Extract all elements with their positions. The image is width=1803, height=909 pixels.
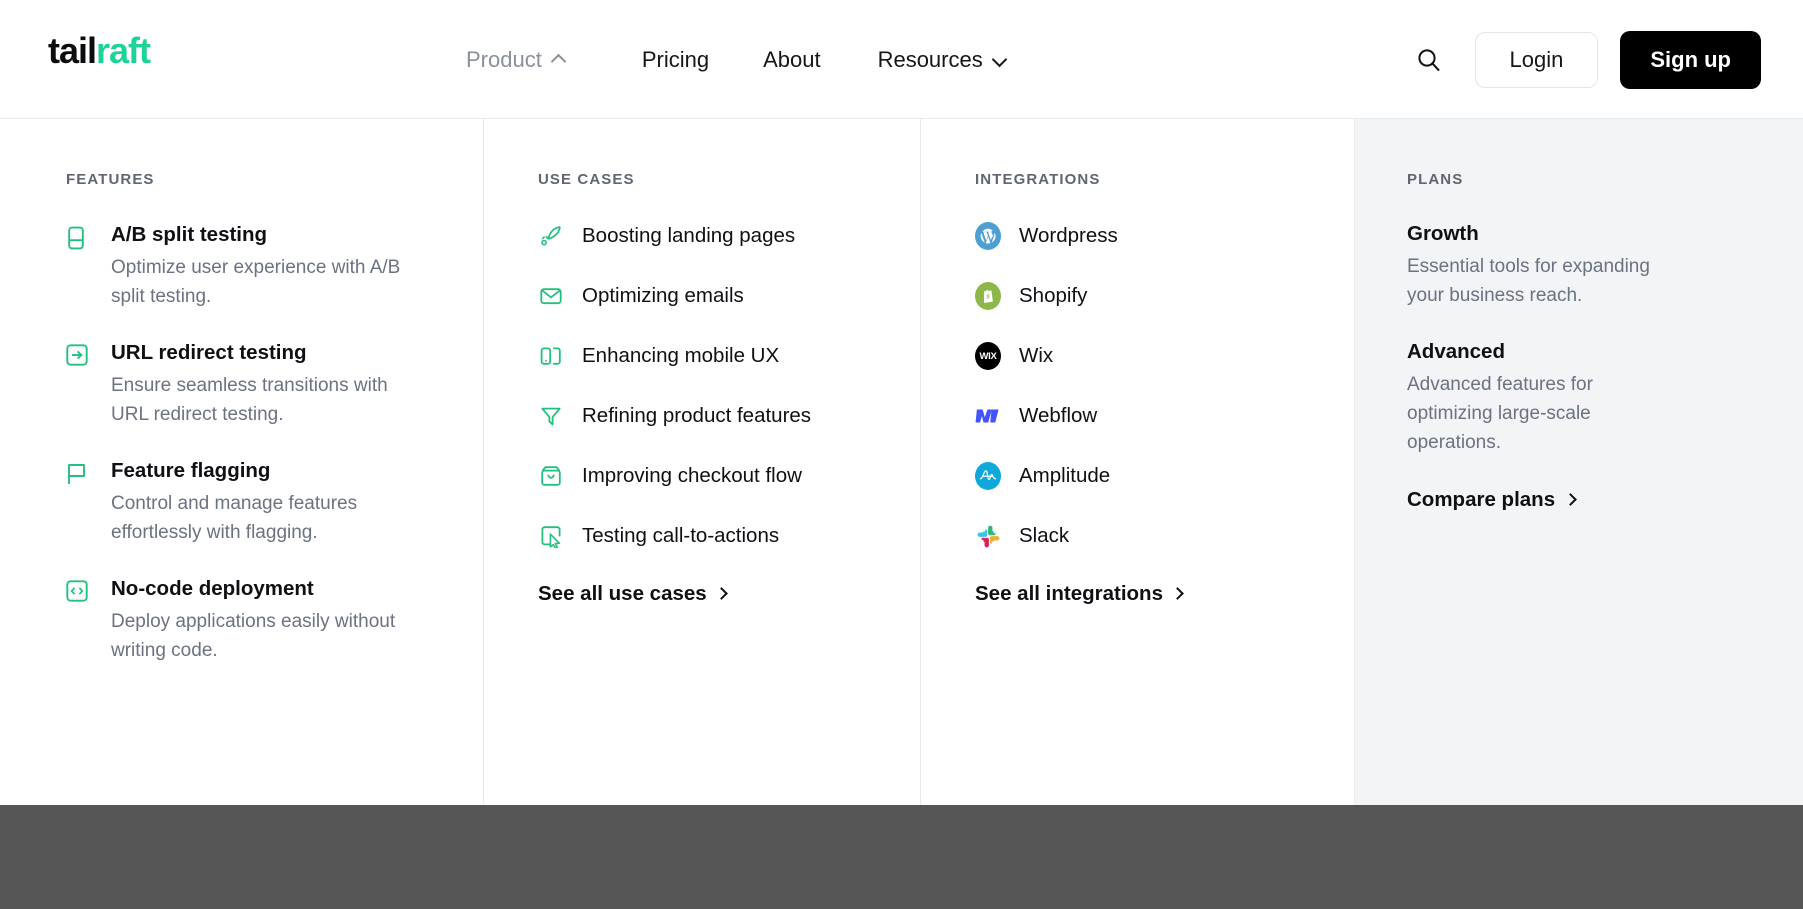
see-all-label: See all use cases (538, 582, 707, 606)
amplitude-logo-icon (975, 463, 1001, 489)
mega-column-integrations: INTEGRATIONS Wordpress (921, 119, 1355, 805)
envelope-icon (538, 283, 564, 309)
nav-item-pricing[interactable]: Pricing (642, 47, 709, 73)
nav-item-label: Resources (878, 47, 983, 73)
brand-logo-text-accent: raft (96, 30, 150, 71)
feature-item-ab-split-testing[interactable]: A/B split testing Optimize user experien… (66, 222, 483, 311)
arrow-right-square-icon (66, 340, 92, 429)
main-navigation: Product Pricing About Resources (466, 0, 1006, 119)
see-all-label: See all integrations (975, 582, 1163, 606)
integration-label: Wix (1019, 344, 1053, 368)
nav-item-product[interactable]: Product (466, 47, 565, 73)
see-all-use-cases-link[interactable]: See all use cases (538, 582, 920, 606)
integration-label: Shopify (1019, 284, 1087, 308)
rocket-icon (538, 223, 564, 249)
feature-description: Control and manage features effortlessly… (111, 489, 411, 547)
compare-plans-link[interactable]: Compare plans (1407, 488, 1803, 512)
use-case-item-optimizing-emails[interactable]: Optimizing emails (538, 282, 920, 310)
flag-icon (66, 458, 92, 547)
chevron-right-icon (1564, 493, 1577, 506)
plan-title: Growth (1407, 222, 1803, 246)
chevron-down-icon (993, 56, 1006, 64)
integration-item-webflow[interactable]: Webflow (975, 402, 1354, 430)
column-heading-use-cases: USE CASES (538, 171, 920, 188)
page-root: tail raft Product Pricing (0, 0, 1803, 909)
use-case-item-testing-call-to-actions[interactable]: Testing call-to-actions (538, 522, 920, 550)
feature-title: Feature flagging (111, 458, 411, 484)
use-case-label: Improving checkout flow (582, 464, 802, 488)
chevron-right-icon (1171, 587, 1184, 600)
mega-column-use-cases: USE CASES Boosting landing pages (484, 119, 921, 805)
mobile-device-icon (538, 343, 564, 369)
page-content-overlay (0, 805, 1803, 909)
nav-item-label: Pricing (642, 47, 709, 73)
integration-item-shopify[interactable]: $ Shopify (975, 282, 1354, 310)
feature-item-url-redirect-testing[interactable]: URL redirect testing Ensure seamless tra… (66, 340, 483, 429)
use-case-label: Boosting landing pages (582, 224, 795, 248)
nav-item-resources[interactable]: Resources (878, 47, 1006, 73)
integration-item-wix[interactable]: WIX Wix (975, 342, 1354, 370)
chevron-right-icon (715, 587, 728, 600)
column-heading-features: FEATURES (66, 171, 483, 188)
shopping-bag-icon (538, 463, 564, 489)
cursor-click-icon (538, 523, 564, 549)
site-header: tail raft Product Pricing (0, 0, 1803, 119)
feature-description: Ensure seamless transitions with URL red… (111, 371, 411, 429)
use-case-item-refining-product-features[interactable]: Refining product features (538, 402, 920, 430)
wave-underline-icon (96, 67, 150, 81)
see-all-integrations-link[interactable]: See all integrations (975, 582, 1354, 606)
integration-item-amplitude[interactable]: Amplitude (975, 462, 1354, 490)
header-actions: Login Sign up (1407, 0, 1762, 119)
nav-item-label: Product (466, 47, 542, 73)
integration-label: Webflow (1019, 404, 1097, 428)
column-heading-plans: PLANS (1407, 171, 1803, 188)
nav-item-label: About (763, 47, 821, 73)
funnel-icon (538, 403, 564, 429)
plan-description: Essential tools for expanding your busin… (1407, 252, 1677, 310)
use-case-item-boosting-landing-pages[interactable]: Boosting landing pages (538, 222, 920, 250)
feature-description: Optimize user experience with A/B split … (111, 253, 411, 311)
slack-logo-icon (975, 523, 1001, 549)
wix-logo-icon: WIX (975, 343, 1001, 369)
shopify-logo-icon: $ (975, 283, 1001, 309)
brand-logo-text-primary: tail (48, 30, 96, 72)
svg-text:$: $ (985, 294, 990, 301)
integration-item-slack[interactable]: Slack (975, 522, 1354, 550)
login-button[interactable]: Login (1475, 32, 1599, 88)
plan-description: Advanced features for optimizing large-s… (1407, 370, 1677, 457)
feature-description: Deploy applications easily without writi… (111, 607, 411, 665)
wordpress-logo-icon (975, 223, 1001, 249)
product-mega-menu: FEATURES A/B split testing Optimize user… (0, 119, 1803, 805)
feature-item-feature-flagging[interactable]: Feature flagging Control and manage feat… (66, 458, 483, 547)
search-icon[interactable] (1407, 38, 1451, 82)
mega-column-features: FEATURES A/B split testing Optimize user… (0, 119, 484, 805)
feature-item-no-code-deployment[interactable]: No-code deployment Deploy applications e… (66, 576, 483, 665)
feature-title: A/B split testing (111, 222, 411, 248)
plan-item-growth[interactable]: Growth Essential tools for expanding you… (1407, 222, 1803, 310)
use-case-item-enhancing-mobile-ux[interactable]: Enhancing mobile UX (538, 342, 920, 370)
plan-title: Advanced (1407, 340, 1803, 364)
ab-split-icon (66, 222, 92, 311)
chevron-up-icon (552, 56, 565, 64)
webflow-logo-icon (975, 403, 1001, 429)
integration-label: Wordpress (1019, 224, 1118, 248)
integration-item-wordpress[interactable]: Wordpress (975, 222, 1354, 250)
nav-item-about[interactable]: About (763, 47, 821, 73)
compare-plans-label: Compare plans (1407, 488, 1555, 512)
feature-title: No-code deployment (111, 576, 411, 602)
integration-label: Slack (1019, 524, 1069, 548)
brand-logo[interactable]: tail raft (48, 30, 150, 72)
mega-column-plans: PLANS Growth Essential tools for expandi… (1355, 119, 1803, 805)
use-case-label: Testing call-to-actions (582, 524, 779, 548)
integration-label: Amplitude (1019, 464, 1110, 488)
use-case-item-improving-checkout-flow[interactable]: Improving checkout flow (538, 462, 920, 490)
code-brackets-icon (66, 576, 92, 665)
use-case-label: Refining product features (582, 404, 811, 428)
use-case-label: Enhancing mobile UX (582, 344, 779, 368)
signup-button[interactable]: Sign up (1620, 31, 1761, 89)
column-heading-integrations: INTEGRATIONS (975, 171, 1354, 188)
plan-item-advanced[interactable]: Advanced Advanced features for optimizin… (1407, 340, 1803, 457)
feature-title: URL redirect testing (111, 340, 411, 366)
use-case-label: Optimizing emails (582, 284, 744, 308)
